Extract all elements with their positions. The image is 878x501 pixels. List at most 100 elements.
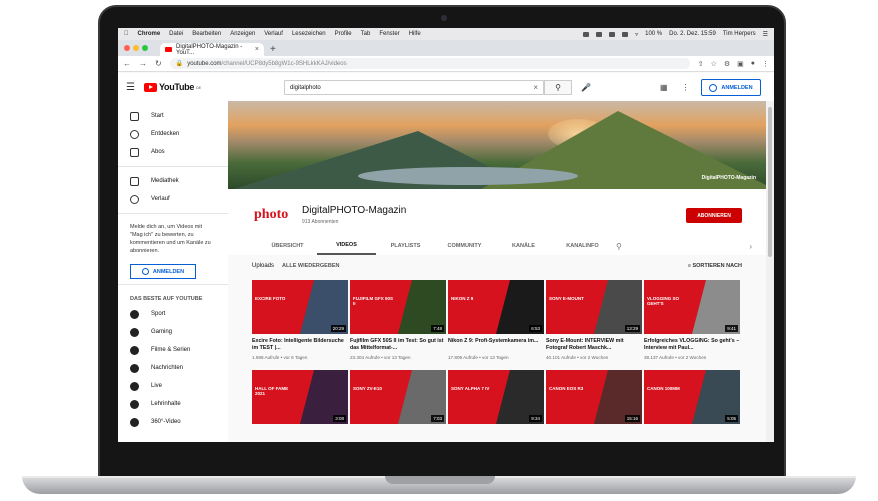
- clear-search-icon[interactable]: ×: [533, 83, 538, 92]
- menu-item[interactable]: Datei: [169, 31, 183, 37]
- reload-icon[interactable]: ↻: [155, 59, 162, 68]
- video-thumbnail[interactable]: SONY ZV-E10 7:03: [350, 370, 446, 424]
- bookmark-star-icon[interactable]: ☆: [711, 60, 717, 68]
- menu-item[interactable]: Verlauf: [264, 31, 283, 37]
- sort-button[interactable]: ≡ SORTIEREN NACH: [688, 263, 742, 269]
- video-thumbnail[interactable]: NIKON Z 9 6:53: [448, 280, 544, 334]
- status-icon[interactable]: [622, 31, 629, 37]
- video-thumbnail[interactable]: CANON EOS R3 15:16: [546, 370, 642, 424]
- video-card[interactable]: SONY ALPHA 7 IV 9:34: [448, 370, 544, 442]
- close-tab-icon[interactable]: ×: [255, 46, 259, 53]
- video-card[interactable]: EXCIRE FOTO 20:29 Excire Foto: Intelligent…: [252, 280, 348, 360]
- video-title[interactable]: [350, 428, 446, 442]
- video-card[interactable]: SONY ZV-E10 7:03: [350, 370, 446, 442]
- tab-community[interactable]: COMMUNITY: [435, 237, 494, 255]
- status-icon[interactable]: [596, 31, 603, 37]
- banner-channel-link[interactable]: DigitalPHOTO-Magazin: [702, 175, 756, 181]
- tab-playlists[interactable]: PLAYLISTS: [376, 237, 435, 255]
- video-title[interactable]: [546, 428, 642, 442]
- extensions-icon[interactable]: ⚙: [724, 60, 730, 68]
- tab-videos[interactable]: VIDEOS: [317, 237, 376, 255]
- sidebar-signin-button[interactable]: ANMELDEN: [130, 264, 196, 279]
- battery-text[interactable]: 100 %: [645, 31, 662, 37]
- video-thumbnail[interactable]: HALL OF FAME 2021 3:08: [252, 370, 348, 424]
- user-name[interactable]: Tim Herpers: [723, 31, 756, 37]
- video-card[interactable]: CANON EOS R3 15:16: [546, 370, 642, 442]
- settings-kebab-icon[interactable]: ⋮: [682, 83, 690, 92]
- status-icon[interactable]: [583, 31, 590, 37]
- video-title[interactable]: [644, 428, 740, 442]
- video-thumbnail[interactable]: VLOGGING SO GEHT'S 9:41: [644, 280, 740, 334]
- control-center-icon[interactable]: ☰: [763, 31, 768, 38]
- video-card[interactable]: FUJIFILM GFX 50S II 7:48 Fujifilm GFX 50S …: [350, 280, 446, 360]
- sidepanel-icon[interactable]: ▣: [737, 60, 744, 68]
- forward-icon[interactable]: →: [139, 59, 147, 68]
- video-card[interactable]: CANON 100MM 5:05: [644, 370, 740, 442]
- video-card[interactable]: SONY E-MOUNT 13:29 Sony E-Mount: INTERVIEW…: [546, 280, 642, 360]
- sidebar-item-live[interactable]: Live: [118, 377, 228, 395]
- back-icon[interactable]: ←: [123, 59, 131, 68]
- close-window-icon[interactable]: [124, 45, 130, 51]
- tab-uebersicht[interactable]: ÜBERSICHT: [258, 237, 317, 255]
- video-thumbnail[interactable]: SONY ALPHA 7 IV 9:34: [448, 370, 544, 424]
- new-tab-icon[interactable]: +: [270, 44, 276, 55]
- address-bar[interactable]: 🔒 youtube.com/channel/UCP8dy5b8gW1c-9SHL…: [169, 58, 690, 69]
- profile-icon[interactable]: ●: [751, 60, 755, 68]
- video-thumbnail[interactable]: CANON 100MM 5:05: [644, 370, 740, 424]
- sidebar-item-gaming[interactable]: Gaming: [118, 323, 228, 341]
- sidebar-item-360[interactable]: 360°-Video: [118, 413, 228, 431]
- channel-avatar[interactable]: photo: [254, 207, 288, 223]
- datetime[interactable]: Do. 2. Dez. 15:59: [669, 31, 716, 37]
- video-title[interactable]: Excire Foto: Intelligente Bildersuche im…: [252, 338, 348, 352]
- sidebar-item-sport[interactable]: Sport: [118, 305, 228, 323]
- channel-search-icon[interactable]: ⚲: [616, 242, 622, 251]
- sidebar-item-verlauf[interactable]: Verlauf: [118, 190, 228, 208]
- search-button[interactable]: ⚲: [544, 80, 572, 95]
- apps-grid-icon[interactable]: ▦: [660, 83, 668, 92]
- microphone-icon[interactable]: 🎤: [581, 83, 591, 92]
- video-title[interactable]: Nikon Z 9: Profi-Systemkamera im...: [448, 338, 544, 352]
- play-all-button[interactable]: ALLE WIEDERGEBEN: [282, 263, 339, 269]
- video-card[interactable]: HALL OF FAME 2021 3:08: [252, 370, 348, 442]
- video-title[interactable]: [448, 428, 544, 442]
- status-icon[interactable]: [609, 31, 616, 37]
- subscribe-button[interactable]: ABONNIEREN: [686, 208, 742, 223]
- video-title[interactable]: [252, 428, 348, 442]
- video-card[interactable]: NIKON Z 9 6:53 Nikon Z 9: Profi-Systemkame…: [448, 280, 544, 360]
- menu-app-name[interactable]: Chrome: [138, 31, 161, 37]
- sidebar-item-entdecken[interactable]: Entdecken: [118, 125, 228, 143]
- sidebar-item-nachrichten[interactable]: Nachrichten: [118, 359, 228, 377]
- scrollbar[interactable]: [766, 101, 774, 442]
- sidebar-item-filme[interactable]: Filme & Serien: [118, 341, 228, 359]
- hamburger-menu-icon[interactable]: ☰: [126, 82, 144, 93]
- video-thumbnail[interactable]: FUJIFILM GFX 50S II 7:48: [350, 280, 446, 334]
- video-thumbnail[interactable]: EXCIRE FOTO 20:29: [252, 280, 348, 334]
- video-title[interactable]: Sony E-Mount: INTERVIEW mit Fotograf Rob…: [546, 338, 642, 352]
- search-input[interactable]: digitalphoto ×: [284, 80, 544, 95]
- sidebar-item-lehrinhalte[interactable]: Lehrinhalte: [118, 395, 228, 413]
- browser-tab[interactable]: DigitalPHOTO-Magazin - YouT... ×: [160, 43, 264, 56]
- sidebar-item-start[interactable]: Start: [118, 107, 228, 125]
- menu-item[interactable]: Tab: [361, 31, 371, 37]
- tab-kanaele[interactable]: KANÄLE: [494, 237, 553, 255]
- menu-item[interactable]: Fenster: [379, 31, 399, 37]
- video-card[interactable]: VLOGGING SO GEHT'S 9:41 Erfolgreiches VLOG…: [644, 280, 740, 360]
- apple-icon[interactable]: : [124, 31, 129, 37]
- menu-item[interactable]: Lesezeichen: [292, 31, 326, 37]
- menu-kebab-icon[interactable]: ⋮: [762, 60, 769, 68]
- video-title[interactable]: Fujifilm GFX 50S II im Test: So gut ist …: [350, 338, 446, 352]
- menu-item[interactable]: Profile: [335, 31, 352, 37]
- sidebar-item-abos[interactable]: Abos: [118, 143, 228, 161]
- chevron-right-icon[interactable]: ›: [749, 242, 752, 251]
- sidebar-item-mediathek[interactable]: Mediathek: [118, 172, 228, 190]
- wifi-icon[interactable]: ▿: [635, 31, 638, 38]
- youtube-logo[interactable]: YouTube DE: [144, 82, 201, 92]
- minimize-window-icon[interactable]: [133, 45, 139, 51]
- signin-button[interactable]: ANMELDEN: [701, 79, 761, 96]
- video-thumbnail[interactable]: SONY E-MOUNT 13:29: [546, 280, 642, 334]
- zoom-window-icon[interactable]: [142, 45, 148, 51]
- share-icon[interactable]: ⇧: [698, 60, 704, 68]
- menu-item[interactable]: Hilfe: [409, 31, 421, 37]
- video-title[interactable]: Erfolgreiches VLOGGING: So geht's – Inte…: [644, 338, 740, 352]
- menu-item[interactable]: Anzeigen: [230, 31, 255, 37]
